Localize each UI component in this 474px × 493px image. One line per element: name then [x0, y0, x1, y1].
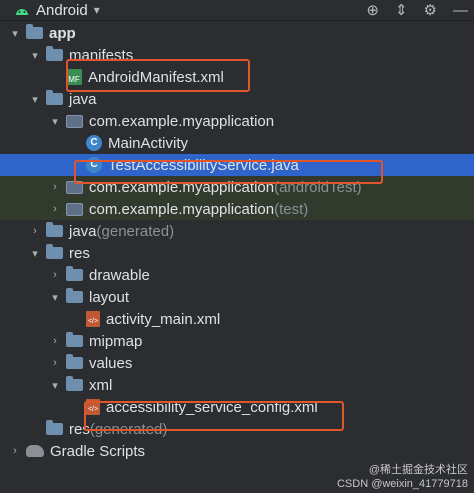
view-selector[interactable]: Android ▾	[14, 0, 100, 20]
folder-icon	[46, 244, 63, 259]
folder-icon	[46, 420, 63, 435]
tree-item-label: accessibility_service_config.xml	[106, 398, 318, 416]
chevron-down-icon[interactable]: ▾	[48, 115, 62, 128]
tree-item-label: com.example.myapplication	[89, 200, 275, 218]
tree-row[interactable]: MF AndroidManifest.xml	[0, 66, 474, 88]
tree-item-label: TestAccessibilityService.java	[108, 156, 299, 174]
class-icon: C	[86, 157, 102, 173]
tree-item-label: MainActivity	[108, 134, 189, 152]
tree-item-label: res	[69, 420, 90, 438]
watermark-line-2: CSDN @weixin_41779718	[336, 478, 468, 490]
chevron-down-icon[interactable]: ▾	[28, 49, 42, 62]
tree-item-label: res	[69, 244, 90, 262]
tree-row[interactable]: › com.example.myapplication (test)	[0, 198, 474, 220]
chevron-down-icon[interactable]: ▾	[48, 291, 62, 304]
tree-item-label: layout	[89, 288, 130, 306]
chevron-down-icon[interactable]: ▾	[28, 93, 42, 106]
collapse-icon[interactable]: ⇕	[395, 1, 408, 19]
folder-icon	[46, 90, 63, 105]
chevron-right-icon[interactable]: ›	[8, 445, 22, 457]
package-icon	[66, 202, 83, 216]
package-icon	[66, 180, 83, 194]
android-icon	[16, 9, 28, 15]
tree-item-label: mipmap	[89, 332, 143, 350]
tree-row[interactable]: res (generated)	[0, 418, 474, 440]
folder-icon	[46, 46, 63, 61]
chevron-right-icon[interactable]: ›	[28, 225, 42, 237]
tree-item-suffix: (generated)	[89, 420, 168, 438]
chevron-right-icon[interactable]: ›	[48, 269, 62, 281]
folder-icon	[46, 222, 63, 237]
chevron-right-icon[interactable]: ›	[48, 181, 62, 193]
tree-item-label: app	[49, 24, 76, 42]
tree-item-label: com.example.myapplication	[89, 178, 275, 196]
tree-row[interactable]: </> activity_main.xml	[0, 308, 474, 330]
tree-item-suffix: (test)	[274, 200, 309, 218]
watermark: @稀土掘金技术社区 CSDN @weixin_41779718	[337, 463, 468, 491]
tree-row[interactable]: › Gradle Scripts	[0, 440, 474, 462]
package-icon	[66, 114, 83, 128]
watermark-line-1: @稀土掘金技术社区	[368, 464, 468, 476]
tree-item-suffix: (generated)	[96, 222, 175, 240]
chevron-right-icon[interactable]: ›	[48, 357, 62, 369]
chevron-down-icon[interactable]: ▾	[94, 3, 100, 17]
class-icon: C	[86, 135, 102, 151]
folder-icon	[26, 24, 43, 39]
xml-file-icon: </>	[86, 399, 100, 415]
tree-item-label: drawable	[89, 266, 150, 284]
tree-item-label: manifests	[69, 46, 134, 64]
tree-row[interactable]: </> accessibility_service_config.xml	[0, 396, 474, 418]
folder-icon	[66, 354, 83, 369]
tree-item-label: activity_main.xml	[106, 310, 221, 328]
chevron-right-icon[interactable]: ›	[48, 335, 62, 347]
tree-item-label: Gradle Scripts	[50, 442, 146, 460]
chevron-right-icon[interactable]: ›	[48, 203, 62, 215]
crosshair-icon[interactable]: ⊕	[366, 1, 379, 19]
tree-item-suffix: (androidTest)	[274, 178, 362, 196]
tree-item-label: java	[69, 90, 97, 108]
tree-item-label: values	[89, 354, 133, 372]
tree-row[interactable]: ▾ java	[0, 88, 474, 110]
gradle-icon	[26, 445, 44, 457]
tree-row[interactable]: › drawable	[0, 264, 474, 286]
tree-row[interactable]: › java (generated)	[0, 220, 474, 242]
tree-item-label: java	[69, 222, 97, 240]
chevron-down-icon[interactable]: ▾	[28, 247, 42, 260]
tree-row[interactable]: › com.example.myapplication (androidTest)	[0, 176, 474, 198]
minus-icon[interactable]: —	[453, 2, 468, 19]
tree-row[interactable]: ▾ com.example.myapplication	[0, 110, 474, 132]
tree-row[interactable]: ▾ res	[0, 242, 474, 264]
tree-row[interactable]: ▾ manifests	[0, 44, 474, 66]
folder-icon	[66, 376, 83, 391]
tree-row[interactable]: ▾ xml	[0, 374, 474, 396]
tree-item-label: AndroidManifest.xml	[88, 68, 224, 86]
tree-row[interactable]: › mipmap	[0, 330, 474, 352]
view-title: Android	[36, 1, 88, 19]
tree-item-label: com.example.myapplication	[89, 112, 275, 130]
tree-row[interactable]: ▾ app	[0, 22, 474, 44]
chevron-down-icon[interactable]: ▾	[8, 27, 22, 40]
folder-icon	[66, 288, 83, 303]
tree-row[interactable]: C MainActivity	[0, 132, 474, 154]
tree-item-label: xml	[89, 376, 113, 394]
manifest-icon: MF	[66, 69, 82, 85]
tree-row[interactable]: › values	[0, 352, 474, 374]
gear-icon[interactable]: ⚙	[424, 1, 437, 19]
chevron-down-icon[interactable]: ▾	[48, 379, 62, 392]
folder-icon	[66, 332, 83, 347]
xml-file-icon: </>	[86, 311, 100, 327]
tree-row[interactable]: C TestAccessibilityService.java	[0, 154, 474, 176]
tree-row[interactable]: ▾ layout	[0, 286, 474, 308]
project-toolbar: Android ▾ ⊕ ⇕ ⚙ —	[0, 0, 474, 21]
folder-icon	[66, 266, 83, 281]
